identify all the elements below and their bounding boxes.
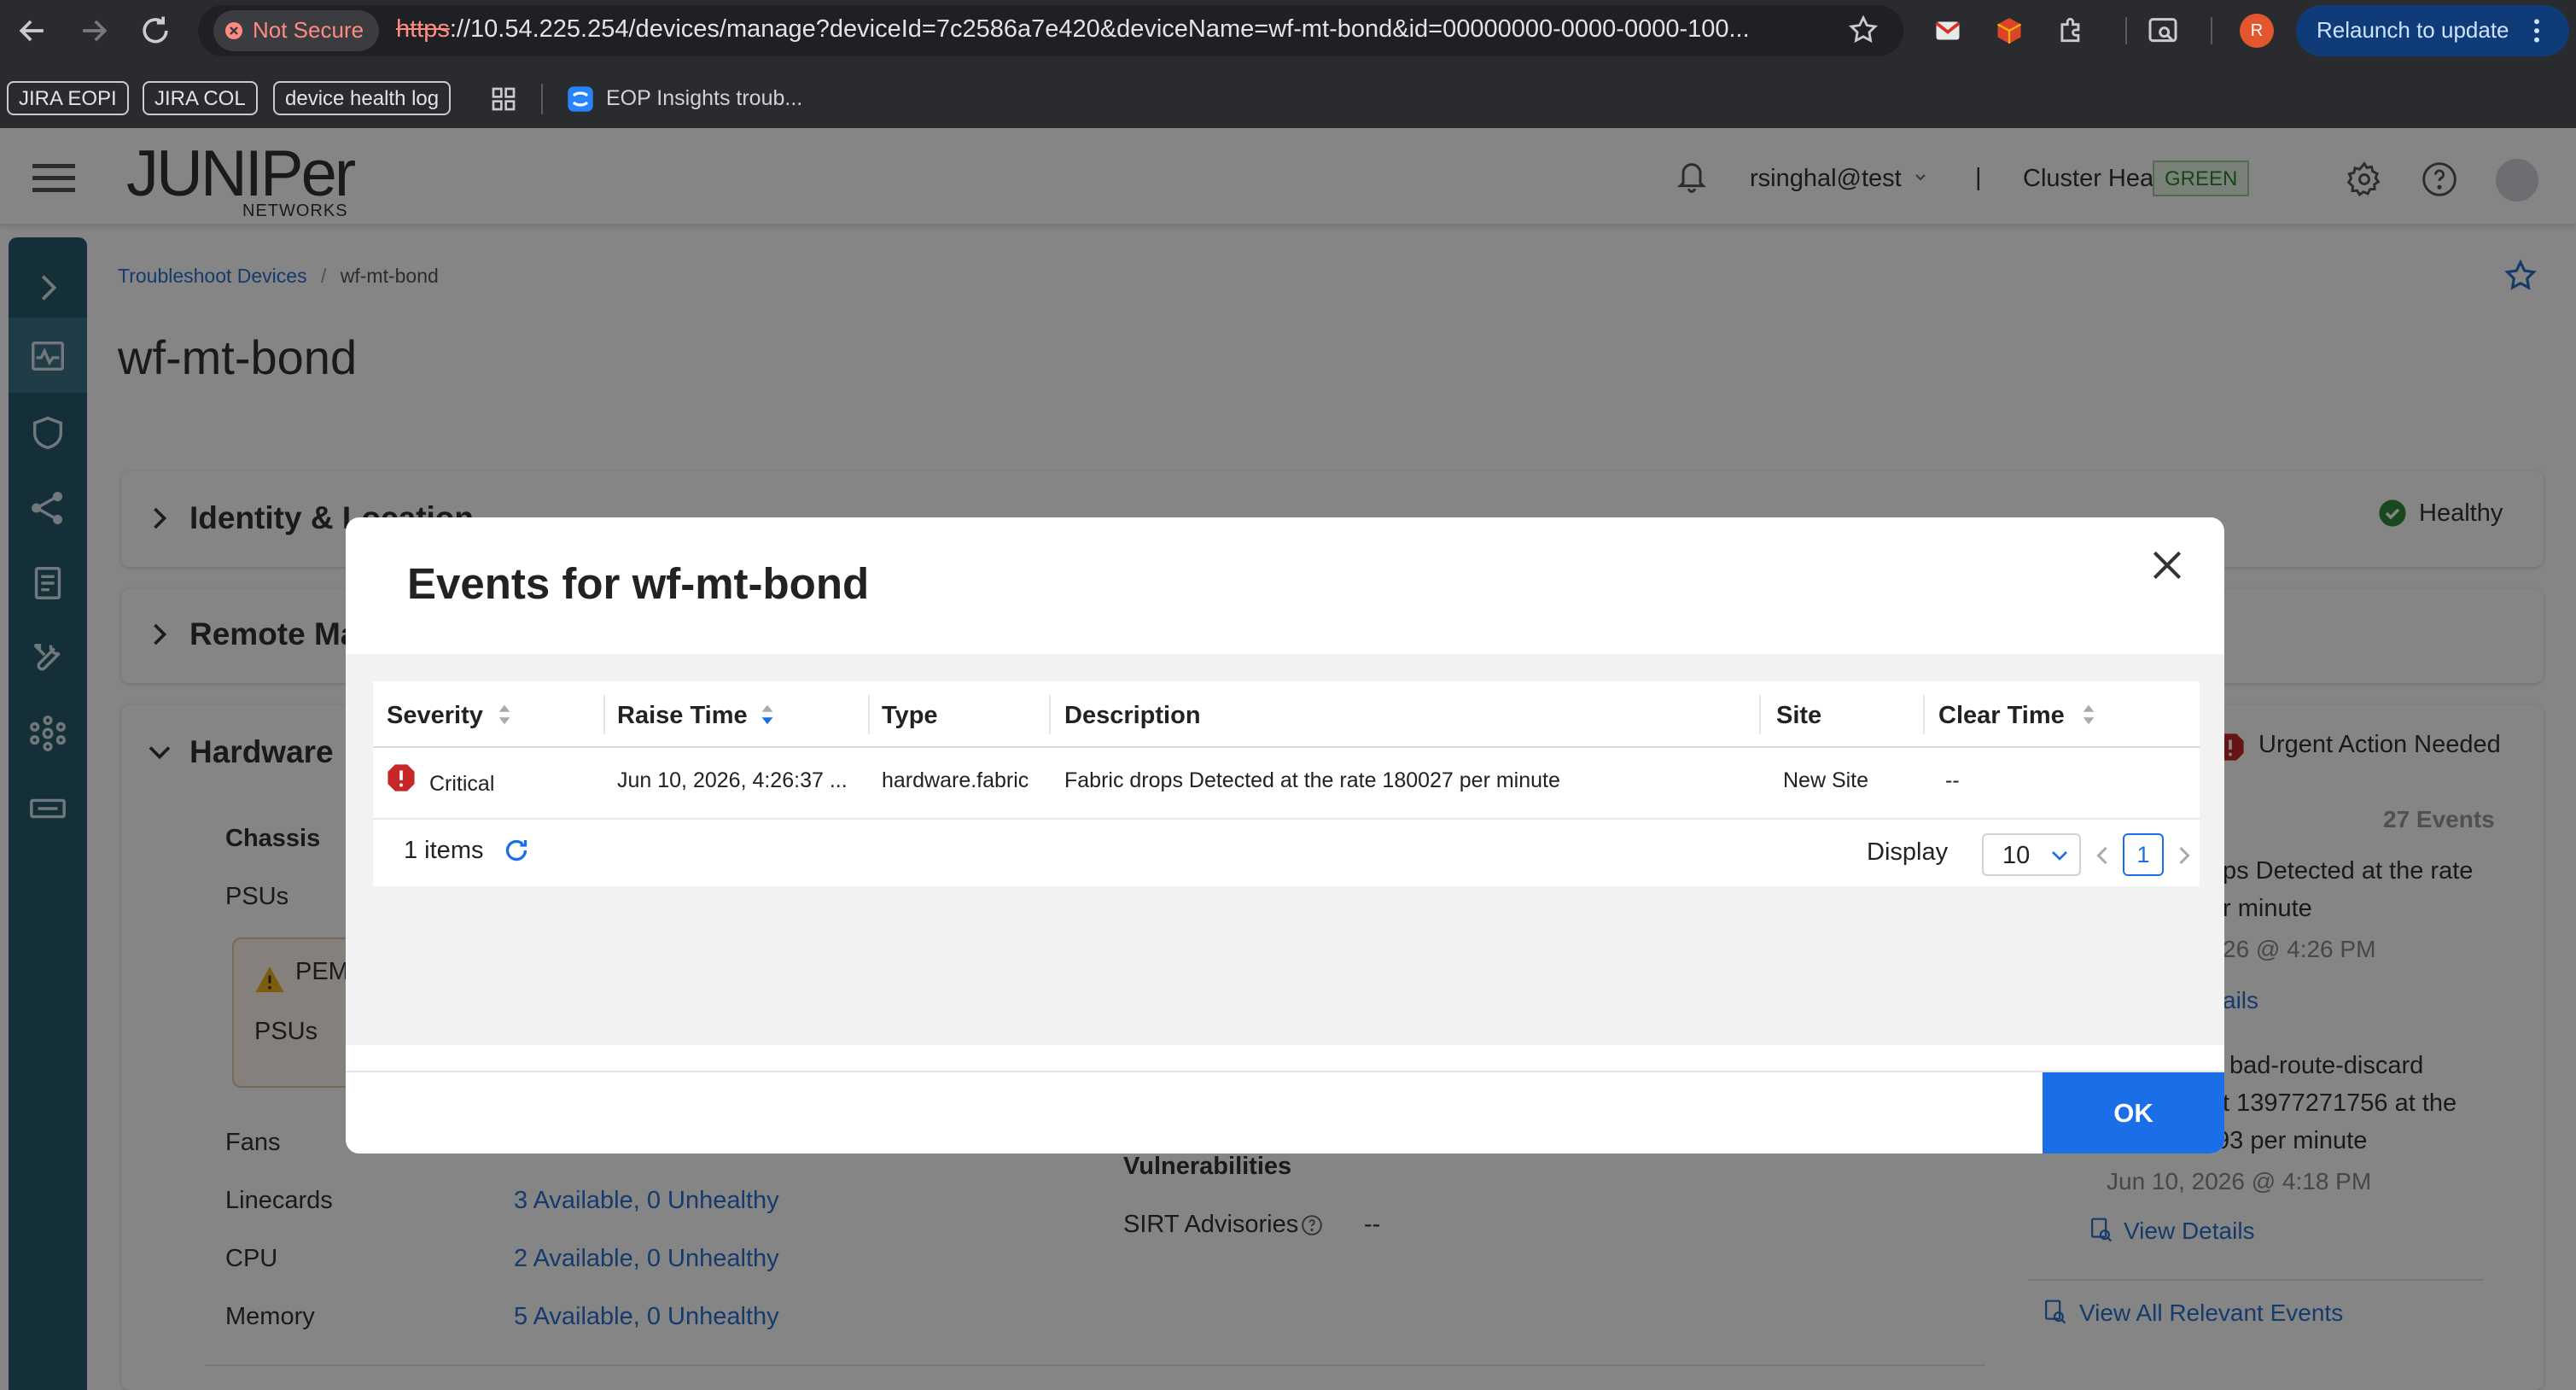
next-page-icon[interactable] [2177,845,2191,866]
extension-gmail-icon[interactable] [1932,15,1963,46]
modal-footer [346,1071,2224,1153]
confluence-icon [567,85,594,113]
relaunch-button[interactable]: Relaunch to update [2296,5,2569,56]
previous-page-icon[interactable] [2095,845,2109,866]
ok-button[interactable]: OK [2043,1072,2224,1153]
column-header-label: Clear Time [1938,702,2065,729]
events-table: Severity Raise Time Type Description Sit… [373,681,2200,886]
relaunch-label: Relaunch to update [2317,17,2509,43]
sort-icon[interactable] [761,704,774,726]
column-header-label: Site [1776,702,1822,729]
forward-arrow-icon[interactable] [75,12,113,50]
cell-type: hardware.fabric [882,768,1029,792]
browser-divider [0,61,2576,68]
column-header-type: Type [882,681,938,746]
column-header-severity[interactable]: Severity [387,681,483,746]
bookmark-jira-col[interactable]: JIRA COL [143,81,258,115]
column-divider [1049,695,1051,734]
column-header-label: Raise Time [617,702,748,729]
toolbar-separator [2211,17,2212,44]
toolbar-separator [2125,17,2127,44]
reload-icon[interactable] [137,12,174,50]
items-count: 1 items [404,837,484,864]
bookmark-separator [541,84,543,114]
column-header-label: Severity [387,702,483,729]
modal-title: Events for wf-mt-bond [407,559,870,608]
bookmark-device-health-log[interactable]: device health log [273,81,452,115]
column-divider [603,695,605,734]
column-header-raise-time[interactable]: Raise Time [617,681,748,746]
extension-cube-icon[interactable] [1994,15,2025,46]
not-secure-icon [224,20,244,41]
cell-description: Fabric drops Detected at the rate 180027… [1064,768,1560,792]
bookmark-jira-eopi[interactable]: JIRA EOPI [7,81,129,115]
sort-icon[interactable] [2082,704,2095,726]
events-modal: Events for wf-mt-bond Severity Raise Tim… [346,517,2224,1153]
cell-severity: Critical [429,772,495,796]
browser-menu-icon[interactable] [2532,17,2542,44]
extensions-puzzle-icon[interactable] [2055,14,2088,46]
back-arrow-icon[interactable] [14,12,51,50]
bookmark-star-icon[interactable] [1847,14,1880,46]
url-path: ://10.54.225.254/devices/manage?deviceId… [449,15,1750,43]
column-header-site: Site [1776,681,1821,746]
column-divider [1923,695,1925,734]
profile-avatar[interactable]: R [2240,14,2274,48]
not-secure-label: Not Secure [253,17,364,43]
critical-severity-icon [387,763,416,792]
cell-clear-time: -- [1945,768,1960,792]
bookmark-eop-insights[interactable]: EOP Insights troub... [606,86,802,111]
column-divider [1759,695,1761,734]
tab-search-icon[interactable] [2146,14,2180,48]
display-label: Display [1867,838,1949,866]
cell-raise-time: Jun 10, 2026, 4:26:37 ... [617,768,848,792]
row-divider [373,818,2200,820]
apps-grid-icon[interactable] [490,85,517,113]
cell-site: New Site [1783,768,1869,792]
chevron-down-icon[interactable] [2049,849,2070,862]
column-header-label: Description [1064,702,1201,729]
column-header-label: Type [882,702,938,729]
page-size-value: 10 [2002,842,2031,869]
refresh-icon[interactable] [501,835,532,866]
url-scheme: https [396,15,450,43]
page-number-1[interactable]: 1 [2123,833,2164,876]
column-divider [868,695,870,734]
column-header-description: Description [1064,681,1201,746]
close-icon[interactable] [2148,546,2186,584]
column-header-clear-time[interactable]: Clear Time [1938,681,2065,746]
url-text[interactable]: https://10.54.225.254/devices/manage?dev… [396,15,1750,44]
sort-icon[interactable] [498,704,511,726]
